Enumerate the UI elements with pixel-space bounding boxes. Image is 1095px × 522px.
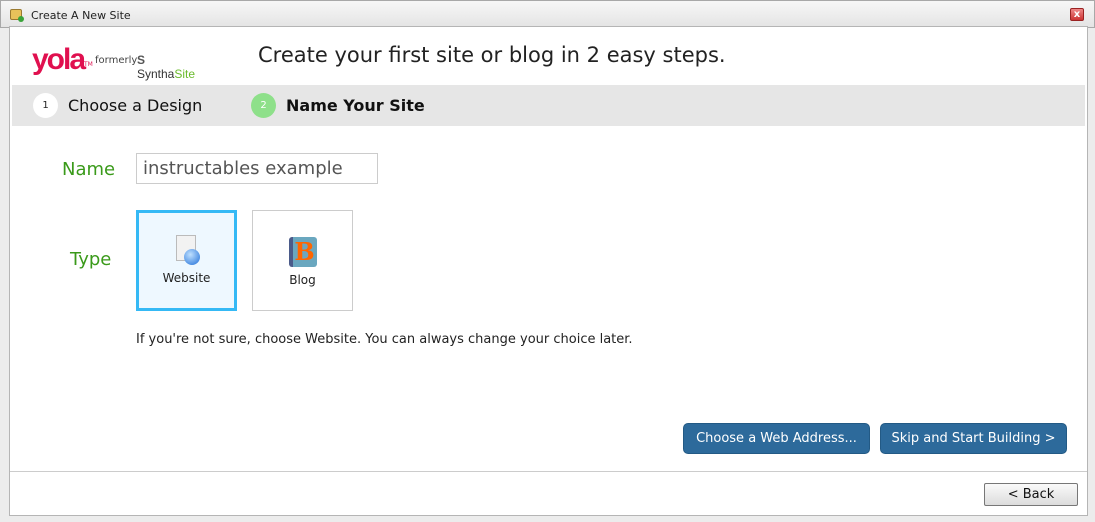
step-2-number: 2	[251, 93, 276, 118]
footer-divider	[10, 471, 1087, 472]
title-bar: Create A New Site x	[0, 0, 1095, 28]
logo-formerly: formerly	[95, 55, 138, 66]
step-2-label: Name Your Site	[286, 96, 425, 115]
site-name-input[interactable]	[136, 153, 378, 184]
type-blog-option[interactable]: B Blog	[252, 210, 353, 311]
close-button[interactable]: x	[1070, 8, 1084, 21]
step-1-label: Choose a Design	[68, 96, 203, 115]
type-blog-label: Blog	[289, 273, 316, 287]
logo-syntha: Syntha	[137, 67, 175, 81]
logo-yola: yola	[32, 43, 86, 76]
steps-bar: 1 Choose a Design 2 Name Your Site	[12, 85, 1085, 126]
type-hint: If you're not sure, choose Website. You …	[136, 332, 633, 347]
type-website-label: Website	[162, 271, 211, 285]
name-label: Name	[62, 159, 116, 180]
website-globe-icon	[172, 235, 202, 267]
back-button[interactable]: < Back	[984, 483, 1078, 506]
logo-tm: TM	[84, 61, 93, 68]
synthasite-icon: S	[137, 53, 146, 67]
type-label: Type	[70, 249, 112, 270]
step-1-number: 1	[33, 93, 58, 118]
skip-and-start-building-button[interactable]: Skip and Start Building >	[880, 423, 1067, 454]
synthasite-logo: SSynthaSite	[137, 53, 195, 81]
page-title: Create your first site or blog in 2 easy…	[258, 43, 726, 67]
app-box-icon	[10, 9, 24, 22]
choose-web-address-button[interactable]: Choose a Web Address...	[683, 423, 870, 454]
window-title: Create A New Site	[31, 9, 131, 22]
logo-site: Site	[174, 67, 196, 81]
blog-book-icon: B	[288, 237, 318, 269]
dialog-panel: yola TM formerly SSynthaSite Create your…	[9, 26, 1088, 516]
type-website-option[interactable]: Website	[136, 210, 237, 311]
